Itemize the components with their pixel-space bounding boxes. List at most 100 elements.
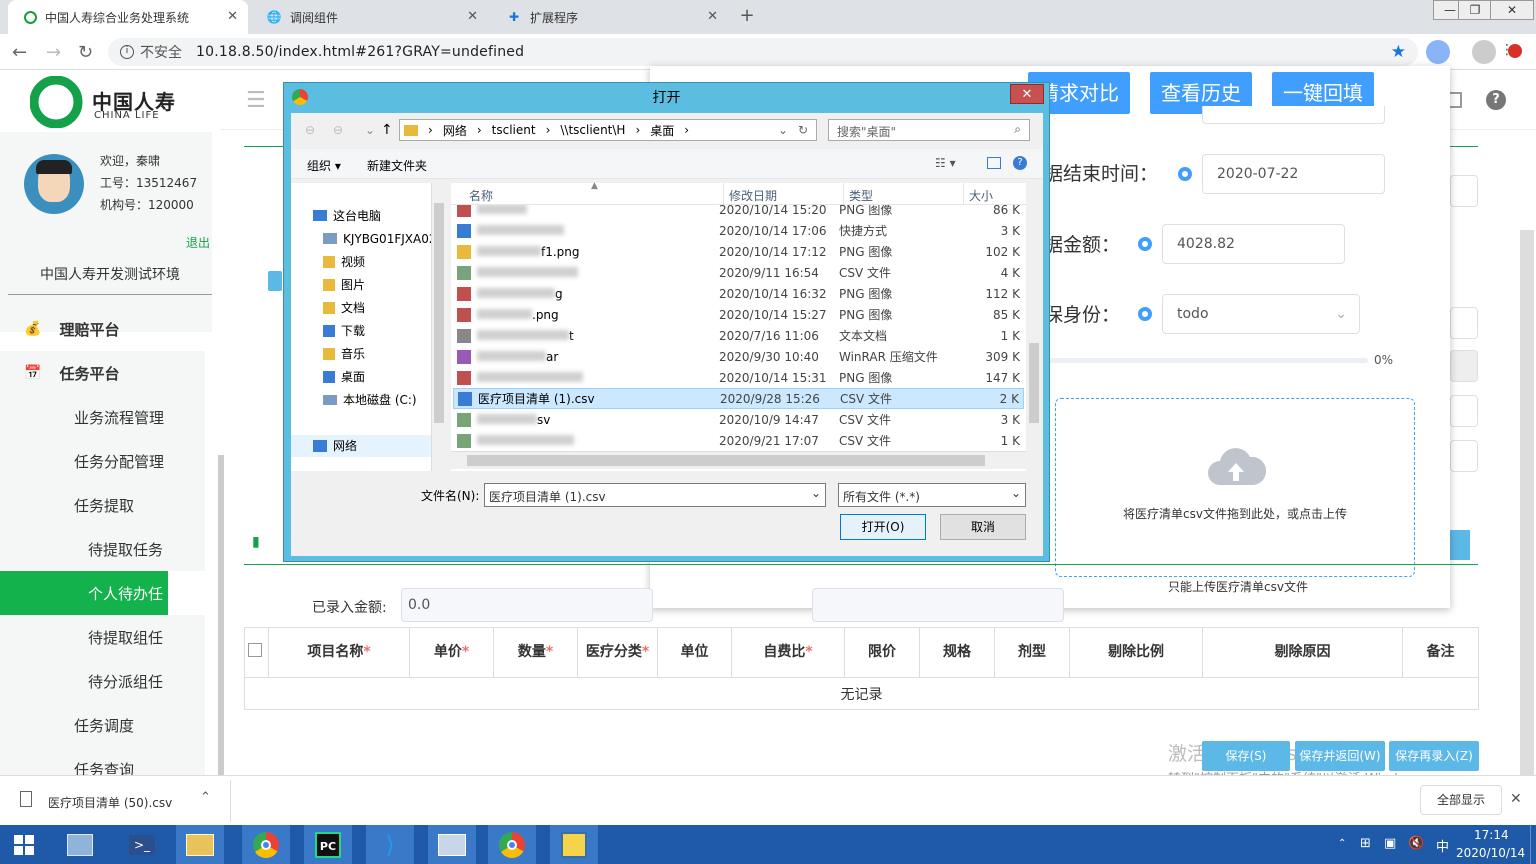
menu-group-dispatch[interactable]: 待分派组任 <box>0 659 205 703</box>
col-size[interactable]: 大小 <box>969 187 993 204</box>
menu-task-extract[interactable]: 任务提取 <box>0 483 205 527</box>
tab-review-component[interactable]: 🌐 调阅组件 ✕ <box>250 0 488 34</box>
file-row[interactable]: 2020/10/14 15:31 PNG 图像 147 K <box>453 367 1024 388</box>
menu-claims-platform[interactable]: 💰 理赔平台 <box>0 307 205 351</box>
file-row[interactable]: 2020/9/11 16:54 CSV 文件 4 K <box>453 262 1024 283</box>
tray-monitor-icon[interactable]: ▣ <box>1384 836 1396 851</box>
file-row[interactable]: 2020/10/14 17:06 快捷方式 3 K <box>453 220 1024 241</box>
file-row[interactable]: 2020/10/14 15:20 PNG 图像 86 K <box>453 205 1024 220</box>
tree-drive-network[interactable]: KJYBG01FJXA02 <box>323 228 436 249</box>
bg-input[interactable] <box>1450 307 1478 339</box>
tree-downloads[interactable]: 下载 <box>323 320 365 341</box>
powershell-icon[interactable]: >_ <box>118 825 166 864</box>
bookmark-star-icon[interactable]: ★ <box>1391 42 1406 62</box>
remote-desktop-icon[interactable] <box>428 825 476 864</box>
filetype-select[interactable]: 所有文件 (*.*) ⌄ <box>838 483 1026 507</box>
windows-start-icon[interactable] <box>0 825 48 864</box>
bg-input[interactable] <box>812 588 1064 622</box>
forward-icon[interactable]: ⊖ <box>333 123 343 137</box>
open-button[interactable]: 打开(O) <box>840 514 926 540</box>
file-row-selected[interactable]: 医疗项目清单 (1).csv 2020/9/28 15:26 CSV 文件 2 K <box>453 388 1024 409</box>
chrome-taskbar-icon[interactable] <box>242 825 290 864</box>
tree-music[interactable]: 音乐 <box>323 343 365 364</box>
new-tab-button[interactable]: + <box>736 6 758 28</box>
tree-videos[interactable]: 视频 <box>323 251 365 272</box>
vscode-icon[interactable]: ⟩ <box>366 825 414 864</box>
menu-group-extract[interactable]: 待提取组任 <box>0 615 205 659</box>
show-all-button[interactable]: 全部显示 <box>1420 785 1502 815</box>
profile-avatar-icon[interactable] <box>1472 40 1496 64</box>
amount-input[interactable]: 4028.82 <box>1162 224 1345 264</box>
save-button[interactable]: 保存(S) <box>1202 741 1290 771</box>
tree-documents[interactable]: 文档 <box>323 297 365 318</box>
bg-button[interactable] <box>1450 530 1470 560</box>
close-window-button[interactable]: ✕ <box>1490 0 1534 20</box>
menu-personal-todo[interactable]: 个人待办任 <box>0 571 168 615</box>
close-icon[interactable]: ✕ <box>467 9 478 24</box>
logout-link[interactable]: 退出 <box>186 234 210 251</box>
tray-chevron-icon[interactable]: ⌃ <box>1338 838 1346 849</box>
collapse-menu-icon[interactable]: ☰ <box>246 88 266 113</box>
bg-input[interactable] <box>1450 350 1478 382</box>
bg-input[interactable] <box>1450 395 1478 427</box>
radio-identity[interactable] <box>1138 307 1152 321</box>
restore-button[interactable]: ❐ <box>1458 0 1492 20</box>
expand-tab[interactable] <box>268 271 282 291</box>
tree-this-pc[interactable]: 这台电脑 <box>313 205 381 226</box>
menu-workflow[interactable]: 业务流程管理 <box>0 395 205 439</box>
info-icon[interactable]: i <box>120 45 134 59</box>
file-row[interactable]: f1.png 2020/10/14 17:12 PNG 图像 102 K <box>453 241 1024 262</box>
close-icon[interactable]: ✕ <box>227 9 238 24</box>
filename-input[interactable]: 医疗项目清单 (1).csv ⌄ <box>484 483 826 507</box>
menu-task-assign[interactable]: 任务分配管理 <box>0 439 205 483</box>
organize-button[interactable]: 组织 ▾ <box>307 157 341 174</box>
reload-icon[interactable]: ↻ <box>78 42 93 63</box>
menu-task-platform[interactable]: 📅 任务平台 <box>0 351 205 395</box>
chrome-taskbar-icon-2[interactable] <box>488 825 536 864</box>
col-name[interactable]: 名称 <box>469 187 493 204</box>
menu-pending-extract[interactable]: 待提取任务 <box>0 527 205 571</box>
preview-pane-icon[interactable] <box>987 157 1001 169</box>
close-icon[interactable]: ✕ <box>707 9 718 24</box>
cancel-button[interactable]: 取消 <box>940 514 1026 540</box>
chevron-up-icon[interactable]: ⌃ <box>200 790 211 805</box>
col-date[interactable]: 修改日期 <box>729 187 777 204</box>
help-icon[interactable]: ? <box>1013 156 1027 170</box>
show-desktop-button[interactable] <box>1530 825 1536 864</box>
end-date-input[interactable]: 2020-07-22 <box>1202 154 1385 194</box>
omnibox[interactable]: i 不安全 10.18.8.50/index.html#261?GRAY=und… <box>108 38 1418 66</box>
identity-select[interactable]: todo ⌄ <box>1162 294 1360 334</box>
select-all-checkbox[interactable] <box>248 643 262 657</box>
radio-amount[interactable] <box>1138 237 1152 251</box>
back-icon[interactable]: ← <box>12 42 27 63</box>
tree-desktop[interactable]: 桌面 <box>323 366 365 387</box>
tray-volume-icon[interactable]: 🔇 <box>1408 836 1424 851</box>
entered-amount-input[interactable]: 0.0 <box>401 588 653 622</box>
menu-task-schedule[interactable]: 任务调度 <box>0 703 205 747</box>
file-row[interactable]: 2020/9/21 17:07 CSV 文件 1 K <box>453 430 1024 451</box>
bg-select[interactable] <box>1450 440 1478 472</box>
tray-network-icon[interactable]: ⊞ <box>1360 836 1371 851</box>
dialog-close-button[interactable]: ✕ <box>1010 84 1044 104</box>
back-icon[interactable]: ⊖ <box>305 123 315 137</box>
tree-local-disk[interactable]: 本地磁盘 (C:) <box>323 389 417 410</box>
file-row[interactable]: g 2020/10/14 16:32 PNG 图像 112 K <box>453 283 1024 304</box>
view-list-icon[interactable]: ☷ ▾ <box>935 156 956 170</box>
breadcrumb[interactable]: › 网络 › tsclient › \\tsclient\H › 桌面 › ⌄ ↻ <box>399 119 817 141</box>
file-explorer-icon[interactable] <box>176 825 224 864</box>
tree-scrollbar[interactable] <box>431 183 447 471</box>
sidebar-scrollbar[interactable] <box>218 455 224 775</box>
up-icon[interactable]: ↑ <box>381 122 393 138</box>
col-type[interactable]: 类型 <box>849 187 873 204</box>
download-file-name[interactable]: 医疗项目清单 (50).csv <box>48 794 172 811</box>
file-row[interactable]: ar 2020/9/30 10:40 WinRAR 压缩文件 309 K <box>453 346 1024 367</box>
menu-task-query[interactable]: 任务查询 <box>0 747 205 775</box>
file-vscrollbar[interactable] <box>1027 183 1043 471</box>
server-manager-icon[interactable] <box>56 825 104 864</box>
file-hscrollbar[interactable] <box>451 451 1026 469</box>
ime-indicator[interactable]: 中 <box>1436 836 1449 855</box>
clock-time[interactable]: 17:14 <box>1474 828 1509 842</box>
file-row[interactable]: .png 2020/10/14 15:27 PNG 图像 85 K <box>453 304 1024 325</box>
tab-main-system[interactable]: 中国人寿综合业务处理系统 ✕ <box>8 0 248 34</box>
forward-icon[interactable]: → <box>46 42 61 63</box>
